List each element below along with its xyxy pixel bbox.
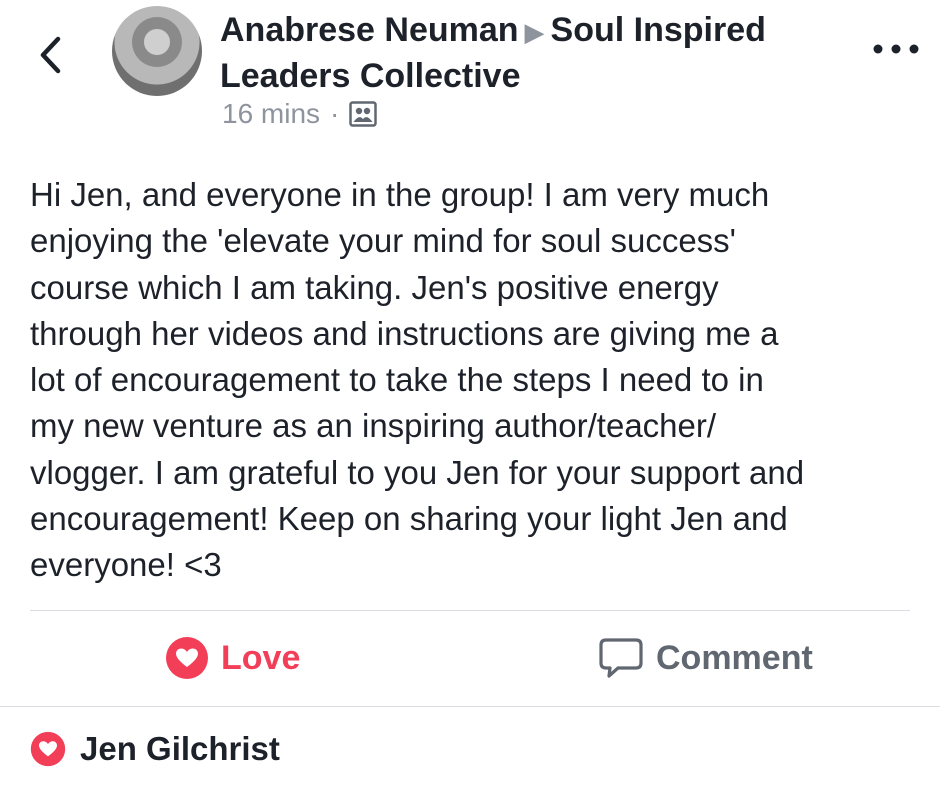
love-label: Love [221, 638, 301, 677]
title-line-1: Anabrese Neuman ▶ Soul Inspired [220, 8, 840, 54]
avatar[interactable] [112, 6, 202, 96]
post-meta: 16 mins · [222, 98, 378, 130]
back-button[interactable] [30, 30, 70, 80]
love-heart-icon [166, 637, 208, 679]
group-name-part2[interactable]: Leaders Collective [220, 57, 520, 95]
post-text: Hi Jen, and everyone in the group! I am … [30, 176, 805, 584]
title-line-2: Leaders Collective [220, 54, 840, 98]
love-button[interactable]: Love [165, 636, 300, 680]
comment-bubble-icon [599, 638, 643, 678]
reactions-summary[interactable]: Jen Gilchrist [30, 730, 280, 768]
comment-button[interactable]: Comment [598, 636, 813, 680]
more-horizontal-icon [873, 44, 919, 54]
divider-bottom [0, 706, 940, 707]
group-name-part1[interactable]: Soul Inspired [551, 11, 766, 49]
reactor-name: Jen Gilchrist [80, 730, 280, 767]
author-name[interactable]: Anabrese Neuman [220, 11, 519, 49]
triangle-right-icon: ▶ [524, 17, 545, 47]
more-options-button[interactable] [866, 34, 926, 64]
comment-label: Comment [656, 638, 813, 677]
love-reaction-icon [30, 731, 66, 767]
post-header: Anabrese Neuman ▶ Soul Inspired Leaders Co… [220, 8, 840, 98]
meta-separator: · [330, 98, 340, 129]
group-audience-icon [349, 101, 378, 127]
action-bar: Love Comment [0, 610, 940, 708]
chevron-left-icon [40, 36, 61, 74]
timestamp[interactable]: 16 mins [222, 98, 320, 130]
